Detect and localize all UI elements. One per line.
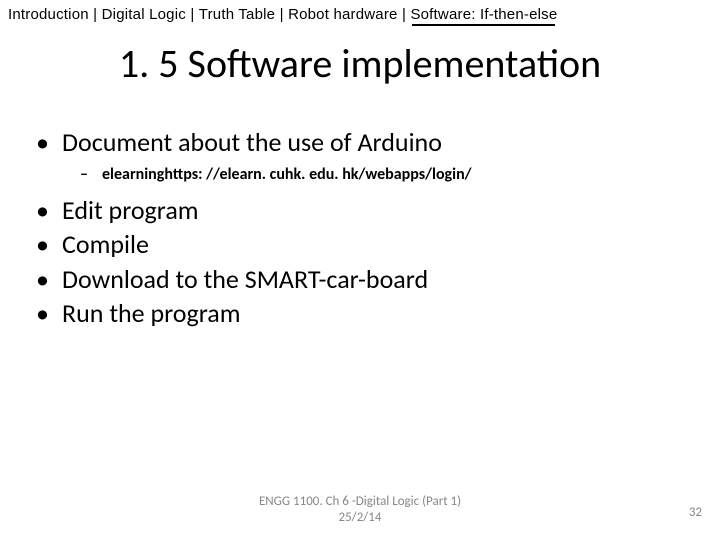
- bullet-text: Compile: [62, 228, 149, 261]
- footer-course: ENGG 1100. Ch 6 -Digital Logic (Part 1): [0, 494, 720, 510]
- footer-date: 25/2/14: [0, 510, 720, 526]
- bullet-item: •Download to the SMART-car-board: [34, 263, 720, 296]
- breadcrumb-item: Truth Table: [199, 6, 275, 23]
- bullet-item: •Run the program: [34, 297, 720, 330]
- sub-bullet-text: elearninghttps: //elearn. cuhk. edu. hk/…: [102, 165, 472, 184]
- slide-content: •Document about the use of Arduino–elear…: [0, 126, 720, 330]
- breadcrumb-nav: Introduction | Digital Logic | Truth Tab…: [0, 0, 720, 25]
- bullet-dot-icon: •: [34, 263, 62, 296]
- bullet-dot-icon: •: [34, 126, 62, 159]
- bullet-dot-icon: •: [34, 297, 62, 330]
- breadcrumb-item: Introduction: [8, 6, 89, 23]
- breadcrumb-item: Digital Logic: [102, 6, 186, 23]
- bullet-dot-icon: •: [34, 228, 62, 261]
- bullet-item: •Document about the use of Arduino: [34, 126, 720, 159]
- breadcrumb-item: Software: If-then-else: [410, 6, 557, 23]
- breadcrumb-item: Robot hardware: [288, 6, 398, 23]
- bullet-item: •Compile: [34, 228, 720, 261]
- bullet-dot-icon: •: [34, 194, 62, 227]
- dash-icon: –: [80, 165, 102, 184]
- footer-center: ENGG 1100. Ch 6 -Digital Logic (Part 1) …: [0, 494, 720, 527]
- bullet-text: Document about the use of Arduino: [62, 126, 442, 159]
- bullet-text: Edit program: [62, 194, 199, 227]
- bullet-text: Download to the SMART-car-board: [62, 263, 428, 296]
- page-number: 32: [689, 505, 702, 520]
- bullet-item: •Edit program: [34, 194, 720, 227]
- bullet-text: Run the program: [62, 297, 241, 330]
- slide-title: 1. 5 Software implementation: [0, 39, 720, 88]
- sub-bullet-item: –elearninghttps: //elearn. cuhk. edu. hk…: [34, 165, 720, 184]
